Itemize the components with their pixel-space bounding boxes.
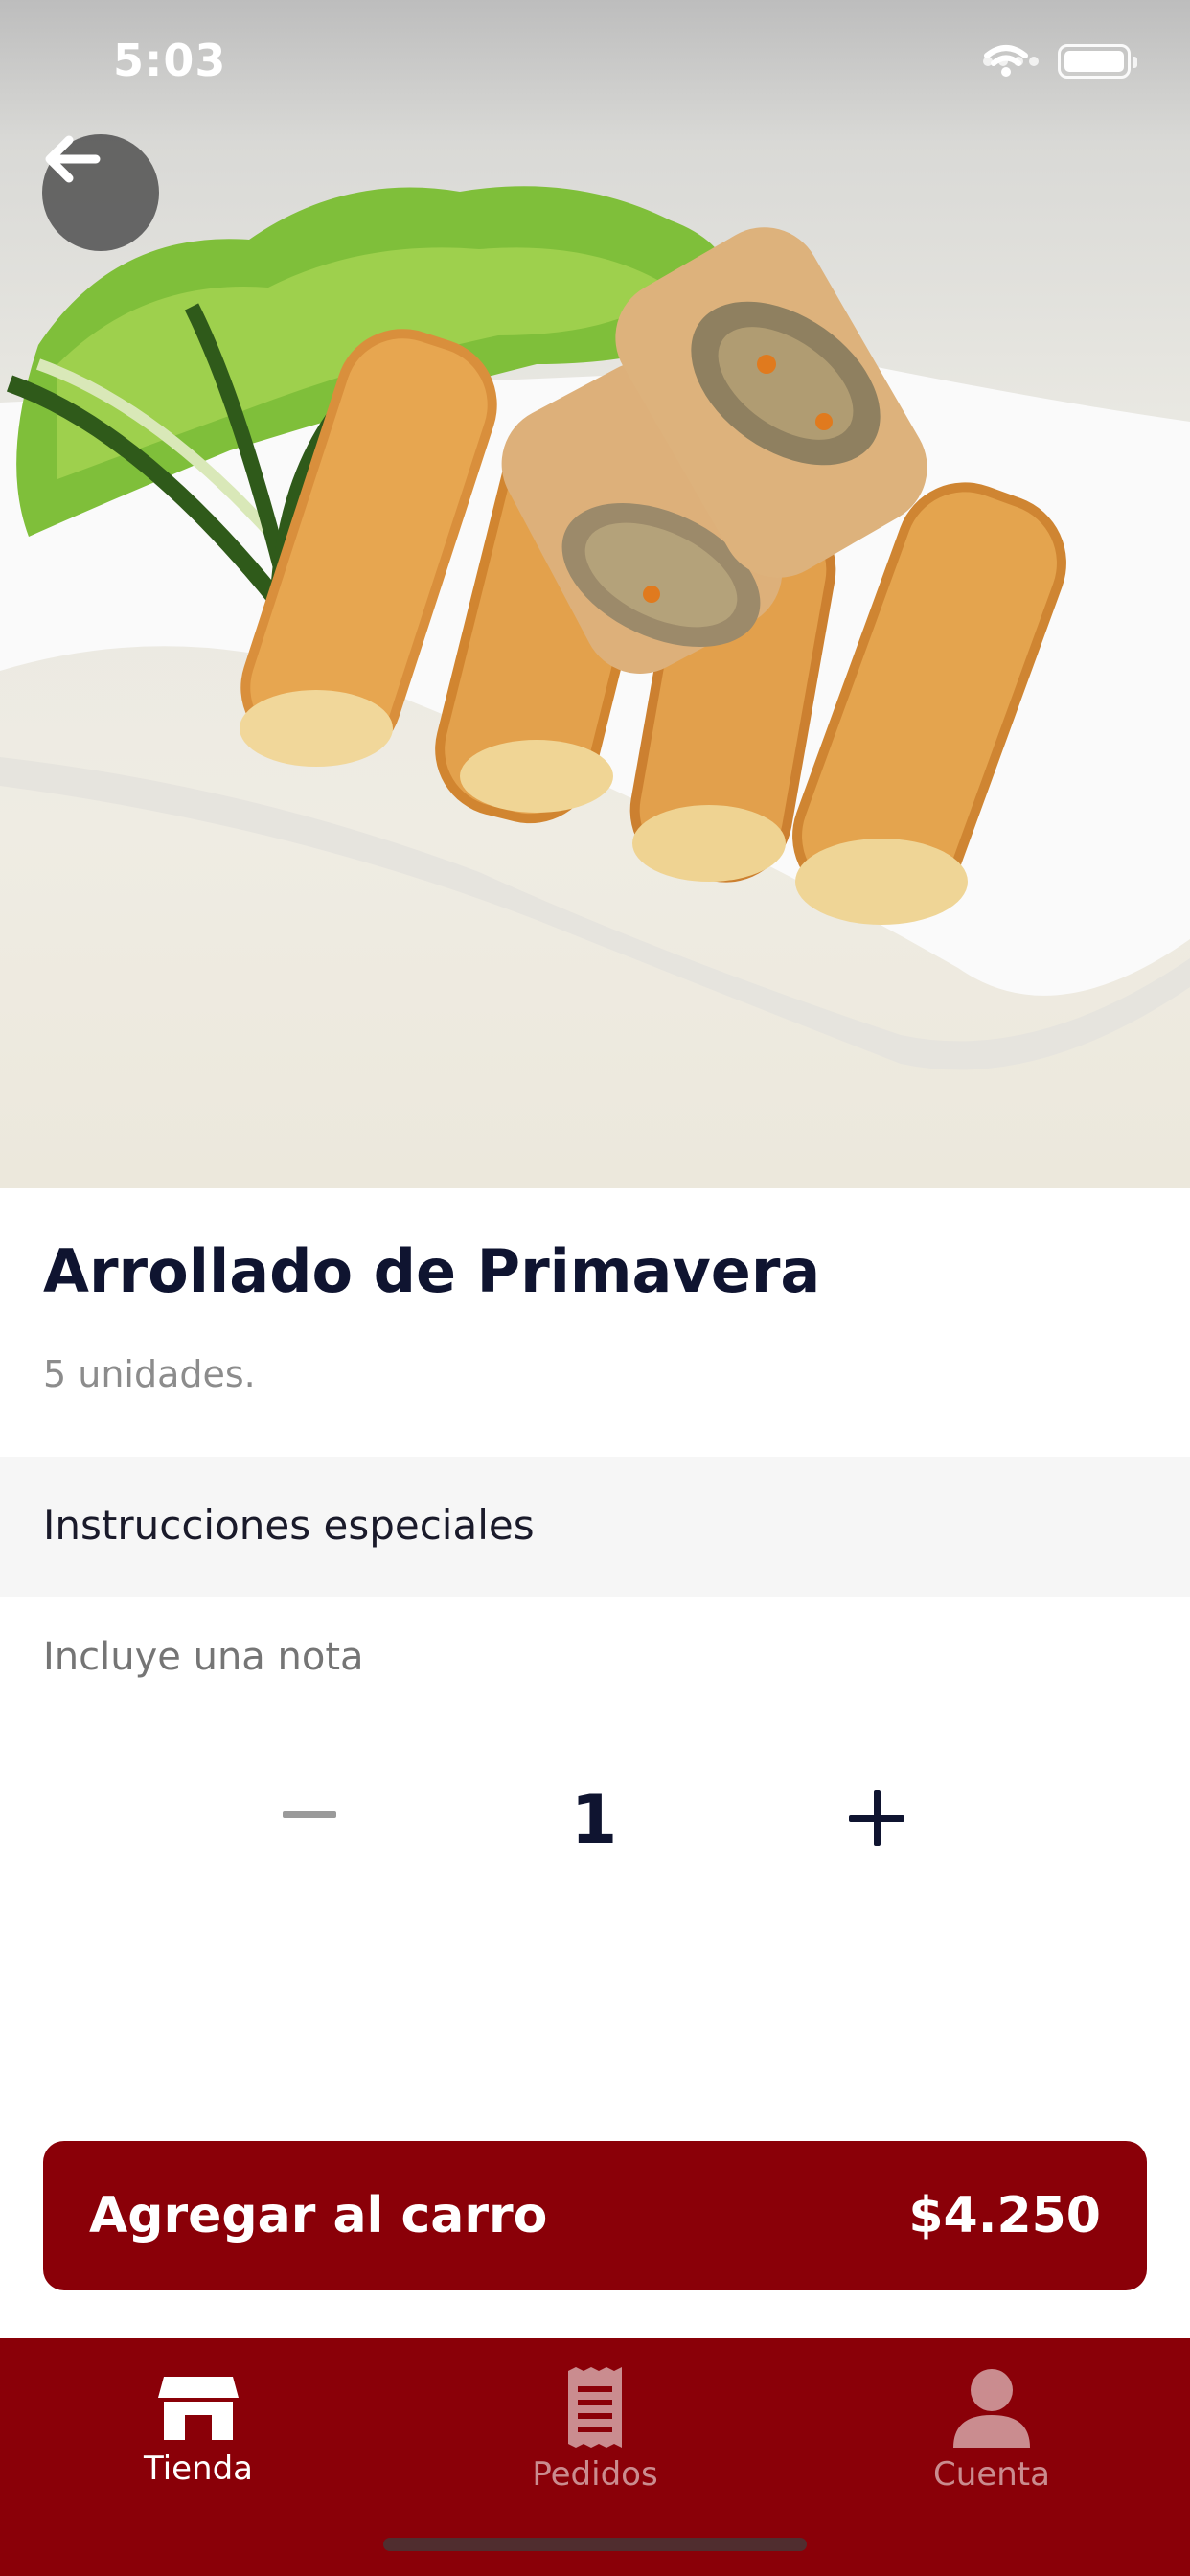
receipt-icon [568,2367,622,2448]
user-icon [953,2369,1030,2448]
back-button[interactable] [42,134,159,251]
product-description: 5 unidades. [43,1353,256,1395]
spring-rolls-illustration [0,186,1190,1070]
add-to-cart-price: $4.250 [908,2187,1101,2244]
wifi-icon [984,45,1028,77]
product-title: Arrollado de Primavera [43,1236,821,1306]
add-to-cart-label: Agregar al carro [89,2187,548,2244]
battery-icon [1058,44,1137,79]
arrow-left-icon [45,135,101,183]
tab-cuenta-label: Cuenta [933,2455,1050,2494]
home-indicator[interactable] [383,2538,807,2551]
tab-pedidos[interactable]: Pedidos [397,2338,793,2530]
status-icons [983,44,1137,79]
note-input[interactable] [43,1635,1145,1679]
product-image: 5:03 [0,0,1190,1188]
tab-tienda-label: Tienda [143,2450,254,2488]
tab-tienda[interactable]: Tienda [0,2338,397,2530]
decrease-quantity-button[interactable] [280,1784,339,1844]
minus-icon [283,1810,336,1818]
status-time: 5:03 [113,34,227,86]
tab-cuenta[interactable]: Cuenta [793,2338,1190,2530]
quantity-value: 1 [570,1781,618,1859]
store-icon [158,2377,239,2440]
increase-quantity-button[interactable] [849,1788,908,1848]
special-instructions-title: Instrucciones especiales [43,1502,535,1549]
add-to-cart-button[interactable]: Agregar al carro $4.250 [43,2141,1147,2290]
tab-pedidos-label: Pedidos [532,2455,658,2494]
